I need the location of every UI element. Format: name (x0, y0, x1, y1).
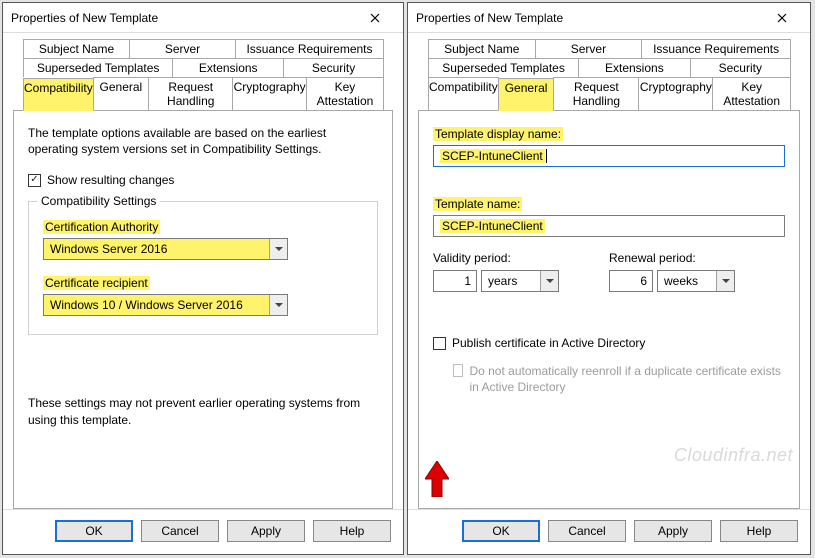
no-reenroll-label: Do not automatically reenroll if a dupli… (469, 364, 785, 395)
template-name-value: SCEP-IntuneClient (440, 219, 545, 233)
dialog-buttons: OK Cancel Apply Help (408, 509, 810, 554)
tab-extensions[interactable]: Extensions (578, 58, 690, 77)
cancel-button[interactable]: Cancel (548, 520, 626, 542)
tab-server[interactable]: Server (129, 39, 236, 58)
titlebar: Properties of New Template (3, 3, 403, 33)
validity-period: Validity period: 1 years (433, 251, 559, 292)
info-text: The template options available are based… (28, 125, 378, 157)
chevron-down-icon[interactable] (540, 271, 558, 291)
validity-value-input[interactable]: 1 (433, 270, 477, 292)
tab-general[interactable]: General (498, 78, 555, 111)
annotation-arrow-icon (425, 461, 449, 497)
ok-button[interactable]: OK (55, 520, 133, 542)
no-reenroll-row: Do not automatically reenroll if a dupli… (453, 364, 785, 395)
tab-issuance-requirements[interactable]: Issuance Requirements (235, 39, 384, 58)
show-resulting-changes-checkbox[interactable] (28, 174, 41, 187)
cert-recipient-combo[interactable]: Windows 10 / Windows Server 2016 (43, 294, 288, 316)
tab-subject-name[interactable]: Subject Name (23, 39, 130, 58)
group-legend: Compatibility Settings (37, 194, 160, 208)
tab-subject-name[interactable]: Subject Name (428, 39, 536, 58)
help-button[interactable]: Help (720, 520, 798, 542)
tab-extensions[interactable]: Extensions (172, 58, 284, 77)
renewal-unit-value: weeks (658, 274, 716, 288)
tab-panel-compatibility: The template options available are based… (13, 110, 393, 509)
renewal-label: Renewal period: (609, 251, 735, 265)
dialog-buttons: OK Cancel Apply Help (3, 509, 403, 554)
tab-cryptography[interactable]: Cryptography (232, 77, 306, 110)
compatibility-settings-group: Compatibility Settings Certification Aut… (28, 201, 378, 335)
cert-authority-label: Certification Authority (43, 220, 363, 234)
watermark: Cloudinfra.net (674, 445, 793, 466)
tab-general[interactable]: General (93, 77, 149, 110)
no-reenroll-checkbox (453, 364, 463, 377)
tab-strip: Subject Name Server Issuance Requirement… (418, 33, 800, 110)
validity-label: Validity period: (433, 251, 559, 265)
tab-key-attestation[interactable]: Key Attestation (712, 77, 791, 110)
template-name-input[interactable]: SCEP-IntuneClient (433, 215, 785, 237)
tab-superseded-templates[interactable]: Superseded Templates (23, 58, 173, 77)
renewal-period: Renewal period: 6 weeks (609, 251, 735, 292)
publish-ad-label: Publish certificate in Active Directory (452, 336, 645, 350)
apply-button[interactable]: Apply (634, 520, 712, 542)
template-name-label: Template name: (433, 197, 785, 211)
help-button[interactable]: Help (313, 520, 391, 542)
cert-recipient-value: Windows 10 / Windows Server 2016 (44, 298, 269, 312)
validity-unit-combo[interactable]: years (481, 270, 559, 292)
dialog-title: Properties of New Template (416, 11, 762, 25)
tab-cryptography[interactable]: Cryptography (638, 77, 713, 110)
chevron-down-icon[interactable] (716, 271, 734, 291)
dialog-title: Properties of New Template (11, 11, 355, 25)
tab-security[interactable]: Security (283, 58, 384, 77)
publish-ad-row[interactable]: Publish certificate in Active Directory (433, 336, 785, 350)
chevron-down-icon[interactable] (269, 239, 287, 259)
publish-ad-checkbox[interactable] (433, 337, 446, 350)
template-display-name-input[interactable]: SCEP-IntuneClient (433, 145, 785, 167)
cert-authority-combo[interactable]: Windows Server 2016 (43, 238, 288, 260)
ok-button[interactable]: OK (462, 520, 540, 542)
footer-note: These settings may not prevent earlier o… (28, 395, 378, 427)
text-caret (546, 149, 547, 163)
tab-key-attestation[interactable]: Key Attestation (306, 77, 384, 110)
cert-recipient-label: Certificate recipient (43, 276, 363, 290)
template-display-name-value: SCEP-IntuneClient (440, 149, 545, 163)
show-resulting-changes-row[interactable]: Show resulting changes (28, 173, 378, 187)
close-button[interactable] (762, 4, 802, 32)
tab-request-handling[interactable]: Request Handling (553, 77, 639, 110)
close-icon (370, 13, 380, 23)
close-button[interactable] (355, 4, 395, 32)
tab-request-handling[interactable]: Request Handling (148, 77, 233, 110)
tab-panel-general: Template display name: SCEP-IntuneClient… (418, 110, 800, 509)
close-icon (777, 13, 787, 23)
tab-server[interactable]: Server (535, 39, 643, 58)
validity-unit-value: years (482, 274, 540, 288)
apply-button[interactable]: Apply (227, 520, 305, 542)
dialog-compatibility: Properties of New Template Subject Name … (2, 2, 404, 555)
cert-authority-value: Windows Server 2016 (44, 242, 269, 256)
show-resulting-changes-label: Show resulting changes (47, 173, 174, 187)
titlebar: Properties of New Template (408, 3, 810, 33)
tab-strip: Subject Name Server Issuance Requirement… (13, 33, 393, 110)
chevron-down-icon[interactable] (269, 295, 287, 315)
tab-issuance-requirements[interactable]: Issuance Requirements (641, 39, 791, 58)
tab-superseded-templates[interactable]: Superseded Templates (428, 58, 579, 77)
tab-compatibility[interactable]: Compatibility (23, 78, 94, 111)
tab-compatibility[interactable]: Compatibility (428, 77, 499, 110)
dialog-general: Properties of New Template Subject Name … (407, 2, 811, 555)
renewal-unit-combo[interactable]: weeks (657, 270, 735, 292)
tab-security[interactable]: Security (690, 58, 791, 77)
renewal-value-input[interactable]: 6 (609, 270, 653, 292)
cancel-button[interactable]: Cancel (141, 520, 219, 542)
template-display-name-label: Template display name: (433, 127, 785, 141)
